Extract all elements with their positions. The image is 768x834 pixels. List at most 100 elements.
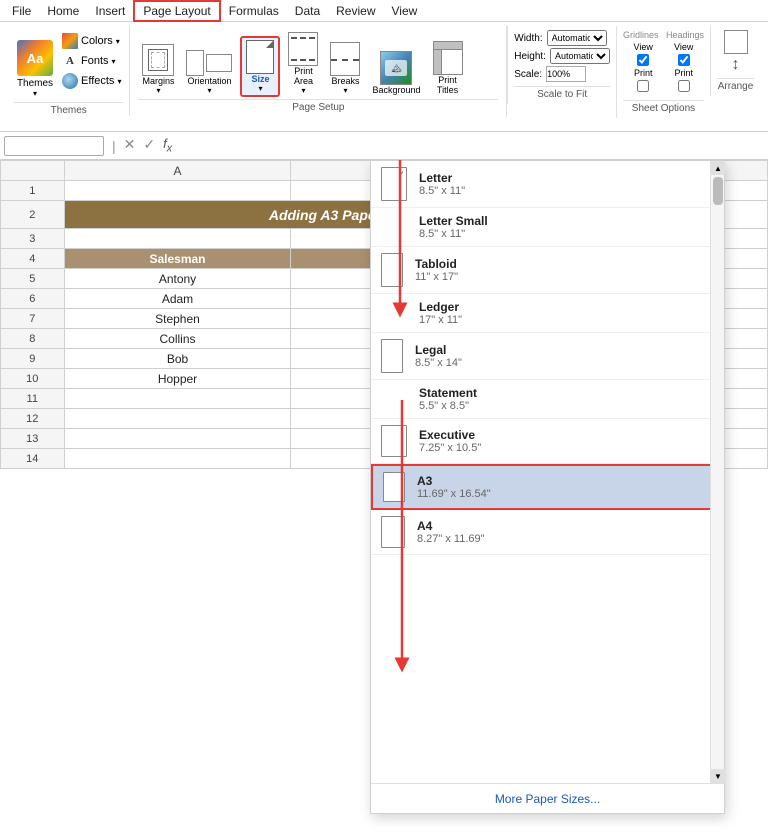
size-option-executive[interactable]: Executive 7.25" x 10.5": [371, 419, 724, 464]
cell-a11[interactable]: [64, 389, 291, 409]
gridlines-view-label: View: [634, 42, 653, 52]
legal-paper-icon: [381, 339, 403, 373]
cell-a7[interactable]: Stephen: [64, 309, 291, 329]
size-option-tabloid[interactable]: Tabloid 11" x 17": [371, 247, 724, 294]
scroll-up-button[interactable]: ▲: [711, 161, 725, 175]
executive-paper-icon: [381, 425, 407, 457]
colors-button[interactable]: Colors ▾: [60, 32, 123, 50]
row-num-5: 5: [1, 269, 65, 289]
sheet-options-label: Sheet Options: [623, 100, 704, 114]
menu-bar: File Home Insert Page Layout Formulas Da…: [0, 0, 768, 22]
a4-text: A4 8.27" x 11.69": [417, 519, 714, 545]
arrange-label: Arrange: [717, 78, 754, 92]
menu-home[interactable]: Home: [39, 2, 87, 20]
effects-button[interactable]: Effects ▾: [60, 72, 123, 90]
spreadsheet-area: A B 1 2 Adding A3 Paper 3: [0, 160, 768, 834]
tabloid-paper-icon: [381, 253, 403, 287]
headings-view-label: View: [674, 42, 693, 52]
size-button[interactable]: Size ▾: [240, 36, 280, 97]
cell-a6[interactable]: Adam: [64, 289, 291, 309]
row-num-2: 2: [1, 201, 65, 229]
ribbon: Aa Themes ▾ Colors ▾ A Fonts: [0, 22, 768, 132]
cell-a3[interactable]: [64, 229, 291, 249]
print-area-button[interactable]: PrintArea ▾: [284, 30, 322, 97]
size-option-legal[interactable]: Legal 8.5" x 14": [371, 333, 724, 380]
row-num-13: 13: [1, 429, 65, 449]
cell-a14[interactable]: [64, 449, 291, 469]
more-paper-sizes-link[interactable]: More Paper Sizes...: [371, 783, 724, 813]
background-label: Background: [372, 85, 420, 95]
size-option-letter-small[interactable]: Letter Small 8.5" x 11": [371, 208, 724, 247]
menu-insert[interactable]: Insert: [87, 2, 133, 20]
size-option-a4[interactable]: A4 8.27" x 11.69": [371, 510, 724, 555]
cell-a5[interactable]: Antony: [64, 269, 291, 289]
confirm-icon[interactable]: ✓: [143, 136, 155, 155]
grid-wrapper: A B 1 2 Adding A3 Paper 3: [0, 160, 768, 834]
headings-view-check[interactable]: [678, 54, 690, 66]
themes-group: Aa Themes ▾ Colors ▾ A Fonts: [8, 26, 130, 116]
menu-data[interactable]: Data: [287, 2, 328, 20]
size-option-a3[interactable]: A3 11.69" x 16.54": [371, 464, 724, 510]
dropdown-scroll[interactable]: ✓ Letter 8.5" x 11" Letter Small 8.5" x …: [371, 161, 724, 783]
gridlines-view-check[interactable]: [637, 54, 649, 66]
themes-group-label: Themes: [14, 102, 123, 116]
size-option-ledger[interactable]: Ledger 17" x 11": [371, 294, 724, 333]
dropdown-scrollbar: ▲ ▼: [710, 161, 724, 783]
cancel-icon[interactable]: ✕: [124, 136, 136, 155]
cell-a4[interactable]: Salesman: [64, 249, 291, 269]
menu-page-layout[interactable]: Page Layout: [133, 0, 220, 22]
breaks-button[interactable]: Breaks ▾: [326, 40, 364, 97]
menu-file[interactable]: File: [4, 2, 39, 20]
headings-print-label: Print: [674, 68, 693, 78]
scale-input[interactable]: [546, 66, 586, 82]
formula-separator: |: [108, 138, 120, 154]
fonts-button[interactable]: A Fonts ▾: [60, 52, 123, 70]
legal-text: Legal 8.5" x 14": [415, 343, 714, 369]
letter-text: Letter 8.5" x 11": [419, 171, 714, 197]
row-num-8: 8: [1, 329, 65, 349]
ledger-text: Ledger 17" x 11": [419, 300, 714, 326]
page-setup-label: Page Setup: [138, 99, 498, 113]
cell-a8[interactable]: Collins: [64, 329, 291, 349]
page-setup-group: Margins ▾ Orientation ▾: [130, 26, 507, 117]
breaks-label: Breaks: [331, 76, 359, 86]
formula-bar: G16 | ✕ ✓ fx: [0, 132, 768, 160]
menu-formulas[interactable]: Formulas: [221, 2, 287, 20]
margins-label: Margins: [142, 76, 174, 86]
themes-sub-buttons: Colors ▾ A Fonts ▾ Effects ▾: [60, 32, 123, 98]
background-button[interactable]: 🏔 Background: [368, 49, 424, 97]
row-num-7: 7: [1, 309, 65, 329]
tabloid-text: Tabloid 11" x 17": [415, 257, 714, 283]
cell-a1[interactable]: [64, 181, 291, 201]
name-box[interactable]: G16: [4, 136, 104, 156]
cell-a12[interactable]: [64, 409, 291, 429]
themes-button[interactable]: Aa Themes ▾: [14, 40, 56, 98]
gridlines-print-check[interactable]: [637, 80, 649, 92]
menu-review[interactable]: Review: [328, 2, 383, 20]
fx-icon[interactable]: fx: [163, 136, 172, 155]
scroll-thumb[interactable]: [713, 177, 723, 205]
size-option-statement[interactable]: Statement 5.5" x 8.5": [371, 380, 724, 419]
margins-button[interactable]: Margins ▾: [138, 42, 178, 97]
print-area-label: PrintArea: [294, 66, 313, 86]
col-header-a[interactable]: A: [64, 161, 291, 181]
formula-input[interactable]: [176, 137, 764, 155]
cell-a10[interactable]: Hopper: [64, 369, 291, 389]
letter-small-text: Letter Small 8.5" x 11": [419, 214, 714, 240]
row-num-1: 1: [1, 181, 65, 201]
row-num-12: 12: [1, 409, 65, 429]
print-titles-button[interactable]: PrintTitles: [429, 39, 467, 97]
statement-text: Statement 5.5" x 8.5": [419, 386, 714, 412]
height-select[interactable]: Automatic: [550, 48, 610, 64]
size-option-letter[interactable]: ✓ Letter 8.5" x 11": [371, 161, 724, 208]
height-label: Height:: [514, 51, 546, 62]
cell-a9[interactable]: Bob: [64, 349, 291, 369]
orientation-button[interactable]: Orientation ▾: [182, 48, 236, 97]
headings-print-check[interactable]: [678, 80, 690, 92]
cell-a13[interactable]: [64, 429, 291, 449]
size-dropdown: ✓ Letter 8.5" x 11" Letter Small 8.5" x …: [370, 160, 725, 814]
width-select[interactable]: Automatic: [547, 30, 607, 46]
scroll-down-button[interactable]: ▼: [711, 769, 725, 783]
row-num-9: 9: [1, 349, 65, 369]
menu-view[interactable]: View: [384, 2, 426, 20]
